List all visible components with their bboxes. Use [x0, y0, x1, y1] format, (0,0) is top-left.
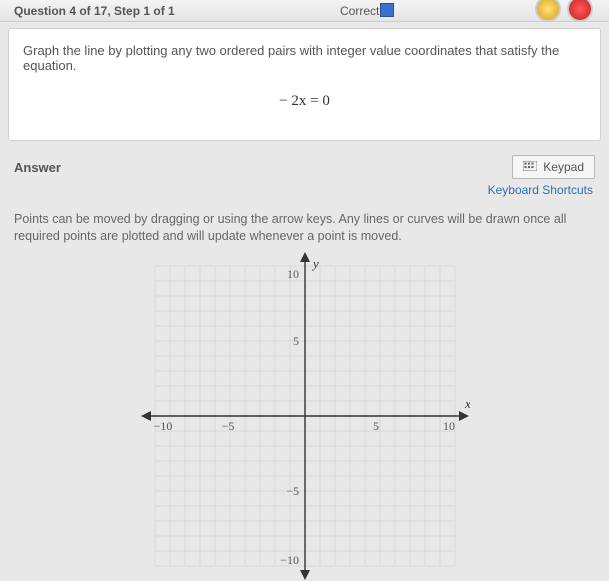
svg-text:−10: −10: [280, 553, 299, 567]
answer-heading: Answer: [14, 160, 61, 175]
correct-label: Correct: [340, 4, 379, 18]
keypad-button[interactable]: Keypad: [512, 155, 595, 179]
question-step-title: Question 4 of 17, Step 1 of 1: [14, 4, 175, 18]
keypad-button-label: Keypad: [543, 160, 584, 174]
svg-text:10: 10: [287, 267, 299, 281]
keypad-icon: [523, 160, 537, 174]
svg-text:x: x: [464, 396, 470, 411]
question-equation: − 2x = 0: [23, 93, 586, 110]
correct-indicator-box: [380, 3, 394, 17]
question-prompt: Graph the line by plotting any two order…: [23, 43, 586, 73]
question-card: Graph the line by plotting any two order…: [8, 28, 601, 141]
keyboard-shortcuts-link[interactable]: Keyboard Shortcuts: [14, 183, 593, 197]
svg-text:y: y: [311, 256, 319, 271]
svg-text:5: 5: [293, 334, 299, 348]
gold-badge-icon: [535, 0, 561, 22]
svg-text:−10: −10: [153, 419, 172, 433]
red-badge-icon: [567, 0, 593, 22]
coordinate-grid[interactable]: −10 −5 5 10 −10 −5 5 10 x y: [140, 251, 470, 581]
answer-instructions: Points can be moved by dragging or using…: [14, 211, 595, 245]
svg-text:5: 5: [373, 419, 379, 433]
svg-text:10: 10: [443, 419, 455, 433]
svg-text:−5: −5: [286, 484, 299, 498]
svg-text:−5: −5: [221, 419, 234, 433]
